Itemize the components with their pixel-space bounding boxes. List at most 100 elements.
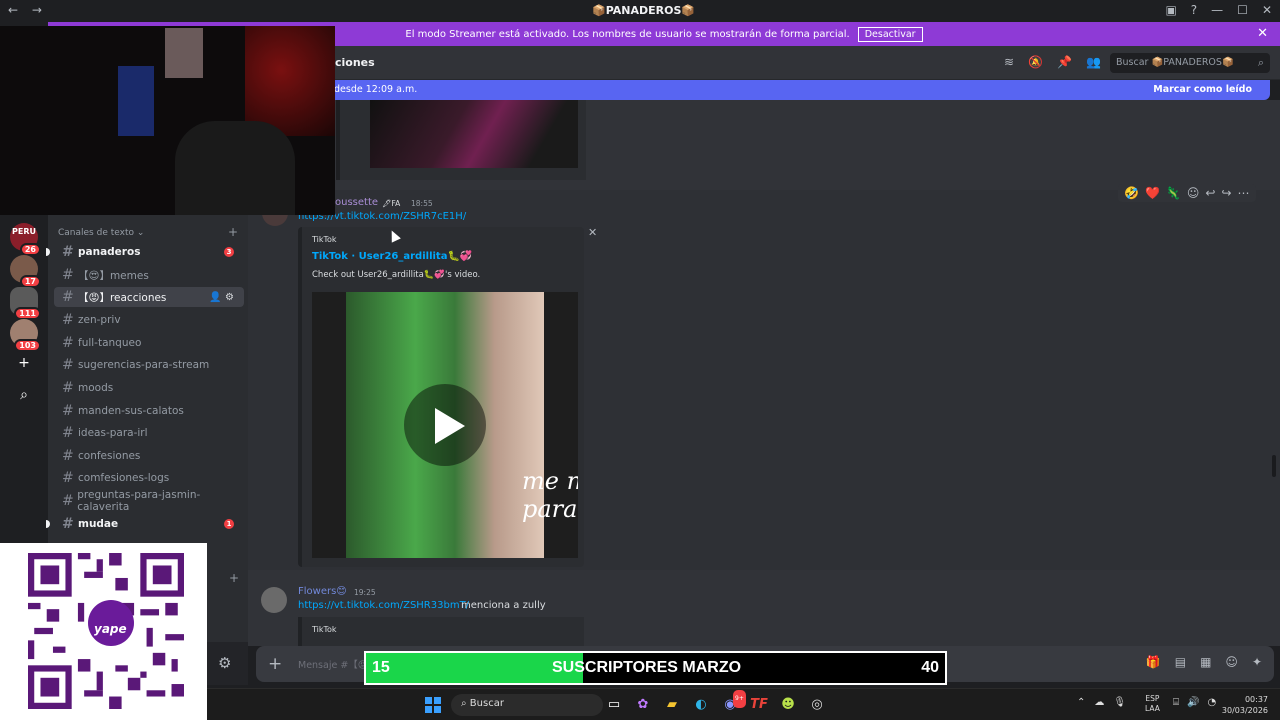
server-icon[interactable]: 17 (10, 255, 41, 288)
channel-item-selected[interactable]: # 【😡】reacciones 👤 ⚙ (54, 287, 244, 307)
channel-item[interactable]: # zen-priv (54, 310, 244, 330)
tf-icon[interactable]: TF (750, 696, 768, 714)
mark-as-read-button[interactable]: Marcar como leído (1153, 84, 1252, 95)
pin-icon[interactable]: 📌 (1057, 55, 1072, 69)
battery-icon[interactable]: ◔ (1207, 697, 1216, 708)
app-icon[interactable]: ☻ (779, 696, 797, 714)
disable-streamer-button[interactable]: Desactivar (857, 26, 923, 42)
chevron-up-icon[interactable]: ⌃ (1077, 697, 1085, 708)
reaction-laugh[interactable]: 🤣 (1124, 186, 1139, 200)
webcam-poster (118, 66, 154, 136)
taskbar-search[interactable]: ⌕ Buscar (451, 694, 603, 716)
sticker-icon[interactable]: ▦ (1200, 655, 1211, 669)
reaction-heart[interactable]: ❤️ (1145, 186, 1160, 200)
channel-item[interactable]: # ideas-para-irl (54, 423, 244, 443)
channel-item[interactable]: # preguntas-para-jasmin-calaverita (54, 489, 244, 513)
windows-logo-tile (425, 697, 432, 704)
channel-item[interactable]: # panaderos 3 (46, 242, 244, 262)
invite-icon[interactable]: 👤 (209, 292, 221, 303)
message-author[interactable]: Flowers😊 (298, 586, 347, 597)
video-overlay-text: me n para (522, 467, 578, 523)
channel-item[interactable]: # manden-sus-calatos (54, 401, 244, 421)
lang-top: ESP (1145, 694, 1160, 703)
category-header[interactable]: Canales de texto ⌄ (58, 228, 144, 238)
message-actions: 🤣 ❤️ 🦎 ☺ ↩ ↪ ⋯ (1118, 184, 1256, 202)
add-icon[interactable]: + (229, 571, 239, 585)
new-messages-bar[interactable]: desde 12:09 a.m. Marcar como leído (248, 80, 1270, 100)
composer-placeholder: Mensaje #【😡 (298, 660, 368, 671)
hash-icon: # (62, 425, 74, 441)
embed-thumbnail[interactable] (370, 100, 578, 168)
inbox-icon[interactable]: ▣ (1165, 3, 1176, 17)
task-view-icon[interactable]: ▭ (605, 696, 623, 714)
gif-icon[interactable]: ▤ (1175, 655, 1186, 669)
discord-icon[interactable]: ◉ 9+ (721, 690, 746, 714)
threads-icon[interactable]: ≋ (1004, 55, 1014, 69)
video-player[interactable]: me n para (312, 292, 578, 558)
avatar[interactable] (261, 587, 287, 613)
onedrive-icon[interactable]: ☁ (1094, 697, 1104, 708)
minimize-icon[interactable]: — (1211, 3, 1223, 17)
gift-icon[interactable]: 🎁 (1146, 655, 1161, 669)
message-link[interactable]: https://vt.tiktok.com/ZSHR33bmT/ (298, 600, 469, 611)
emoji-icon[interactable]: ☺ (1225, 655, 1238, 669)
reaction-lizard[interactable]: 🦎 (1166, 186, 1181, 200)
network-icon[interactable]: ⌸ (1173, 697, 1179, 708)
reply-icon[interactable]: ↩ (1205, 186, 1215, 200)
apps-icon[interactable]: ✦ (1252, 655, 1262, 669)
members-icon[interactable]: 👥 (1086, 55, 1101, 69)
play-button[interactable] (404, 384, 486, 466)
close-icon[interactable]: ✕ (1257, 26, 1268, 41)
mic-icon[interactable]: 🎙 (1113, 697, 1126, 708)
channel-name: confesiones (78, 450, 141, 462)
folder-icon[interactable]: ▰ (663, 696, 681, 714)
start-button[interactable] (425, 697, 441, 713)
arrow-right-icon[interactable]: → (32, 3, 42, 17)
hash-icon: # (62, 380, 74, 396)
add-channel-icon[interactable]: + (228, 225, 238, 239)
window-controls: ▣ ? — ☐ ✕ (1165, 3, 1272, 17)
channel-item[interactable]: # sugerencias-para-stream (54, 355, 244, 375)
server-icon-selected[interactable]: 111 (10, 287, 41, 320)
channel-item[interactable]: # comfesiones-logs (54, 468, 244, 488)
clock[interactable]: 00:37 30/03/2026 (1222, 694, 1268, 716)
search-input[interactable]: Buscar 📦PANADEROS📦 ⌕ (1110, 53, 1270, 73)
message-author[interactable]: oussette (335, 197, 378, 208)
windows-logo-tile (434, 697, 441, 704)
server-icon[interactable]: PERU 26 (10, 223, 41, 256)
language-indicator[interactable]: ESP LAA (1145, 694, 1160, 714)
hash-icon: # (62, 493, 74, 509)
server-rail: PERU 26 17 111 103 + ⌕ (0, 215, 48, 505)
close-icon[interactable]: ✕ (588, 226, 597, 239)
embed-title[interactable]: TikTok · User26_ardillita🐛💞 (312, 251, 472, 262)
add-reaction-icon[interactable]: ☺ (1187, 186, 1200, 200)
settings-gear-icon[interactable]: ⚙ (218, 654, 231, 672)
add-server-icon[interactable]: + (14, 353, 34, 373)
goal-label: SUSCRIPTORES MARZO (552, 659, 742, 676)
channel-item[interactable]: # full-tanqueo (54, 333, 244, 353)
attach-plus-icon[interactable]: + (268, 654, 282, 674)
help-icon[interactable]: ? (1191, 3, 1197, 17)
channel-item[interactable]: # 【😍】memes (54, 265, 244, 285)
volume-icon[interactable]: 🔊 (1187, 697, 1199, 708)
chrome-icon[interactable]: ◎ (808, 696, 826, 714)
server-icon[interactable]: 103 (10, 319, 41, 352)
hash-icon: # (62, 312, 74, 328)
mute-icon[interactable]: 🔕 (1028, 55, 1043, 69)
maximize-icon[interactable]: ☐ (1237, 3, 1248, 17)
copilot-icon[interactable]: ✿ (634, 696, 652, 714)
more-icon[interactable]: ⋯ (1238, 186, 1250, 200)
forward-icon[interactable]: ↪ (1221, 186, 1231, 200)
discord-badge: 9+ (733, 690, 746, 708)
channel-item[interactable]: # mudae 1 (46, 514, 244, 534)
discover-icon[interactable]: ⌕ (14, 385, 34, 405)
windows-taskbar: ⌕ Buscar ▭ ✿ ▰ ◐ ◉ 9+ TF ☻ ◎ ⌃ ☁ 🎙 ESP LA… (207, 688, 1280, 720)
scrollbar[interactable] (1272, 455, 1276, 477)
edge-icon[interactable]: ◐ (692, 696, 710, 714)
channel-name: 【😡】reacciones (78, 291, 167, 304)
channel-item[interactable]: # confesiones (54, 446, 244, 466)
gear-icon[interactable]: ⚙ (225, 292, 234, 303)
channel-item[interactable]: # moods (54, 378, 244, 398)
close-icon[interactable]: ✕ (1262, 3, 1272, 17)
arrow-left-icon[interactable]: ← (8, 3, 18, 17)
